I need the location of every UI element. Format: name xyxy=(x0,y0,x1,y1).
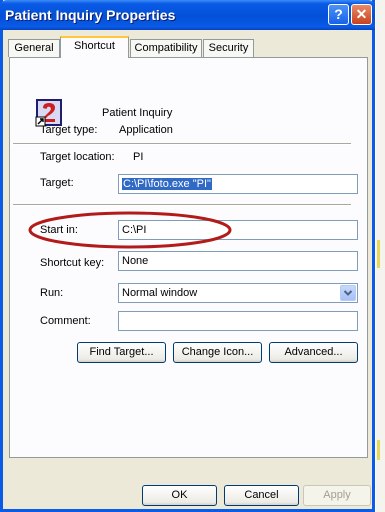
target-type-value: Application xyxy=(119,124,173,136)
target-field[interactable]: C:\PI\foto.exe "PI" xyxy=(118,174,358,194)
comment-label: Comment: xyxy=(40,315,91,327)
button-label: Find Target... xyxy=(89,346,154,358)
button-label: Cancel xyxy=(244,489,279,501)
cancel-button[interactable]: Cancel xyxy=(224,485,299,506)
shortcut-name: Patient Inquiry xyxy=(102,107,173,119)
divider xyxy=(13,204,351,206)
target-label: Target: xyxy=(40,177,74,189)
target-location-value: PI xyxy=(133,151,144,163)
tab-label: Security xyxy=(208,42,249,54)
advanced-button[interactable]: Advanced... xyxy=(269,342,358,363)
button-label: Change Icon... xyxy=(181,346,254,358)
tab-shortcut[interactable]: Shortcut xyxy=(60,36,129,58)
target-type-label: Target type: xyxy=(40,124,98,136)
shortcut-key-field[interactable]: None xyxy=(118,251,358,271)
run-value: Normal window xyxy=(122,287,198,299)
tab-security[interactable]: Security xyxy=(203,39,254,57)
properties-dialog: Patient Inquiry Properties ? ✕ General S… xyxy=(0,0,375,512)
close-icon: ✕ xyxy=(355,6,368,22)
background-marker xyxy=(377,240,380,268)
tab-label: Shortcut xyxy=(74,40,115,52)
shortcut-key-value: None xyxy=(122,255,149,267)
apply-button[interactable]: Apply xyxy=(303,485,371,506)
tab-label: Compatibility xyxy=(134,42,198,54)
button-label: Advanced... xyxy=(284,346,343,358)
button-label: OK xyxy=(171,489,188,501)
divider xyxy=(13,143,351,145)
tab-general[interactable]: General xyxy=(8,39,60,57)
help-button[interactable]: ? xyxy=(328,4,349,25)
change-icon-button[interactable]: Change Icon... xyxy=(173,342,262,363)
button-label: Apply xyxy=(323,489,351,501)
window-title: Patient Inquiry Properties xyxy=(5,7,176,23)
run-dropdown[interactable]: Normal window xyxy=(118,283,358,303)
start-in-label: Start in: xyxy=(40,224,78,236)
start-in-value: C:\PI xyxy=(122,224,147,236)
comment-field[interactable] xyxy=(118,311,358,331)
help-icon: ? xyxy=(334,6,343,22)
close-button[interactable]: ✕ xyxy=(351,4,372,25)
shortcut-key-label: Shortcut key: xyxy=(40,257,105,269)
title-bar[interactable]: Patient Inquiry Properties ? ✕ xyxy=(0,0,375,30)
ok-button[interactable]: OK xyxy=(142,485,217,506)
tab-label: General xyxy=(14,42,54,54)
target-value: C:\PI\foto.exe "PI" xyxy=(122,178,212,190)
tab-compatibility[interactable]: Compatibility xyxy=(130,39,202,57)
chevron-down-icon[interactable] xyxy=(340,285,356,301)
start-in-field[interactable]: C:\PI xyxy=(118,220,358,240)
find-target-button[interactable]: Find Target... xyxy=(77,342,166,363)
target-location-label: Target location: xyxy=(40,151,115,163)
run-label: Run: xyxy=(40,287,64,299)
background-marker xyxy=(377,440,380,460)
screen: Patient Inquiry Properties ? ✕ General S… xyxy=(0,0,385,512)
